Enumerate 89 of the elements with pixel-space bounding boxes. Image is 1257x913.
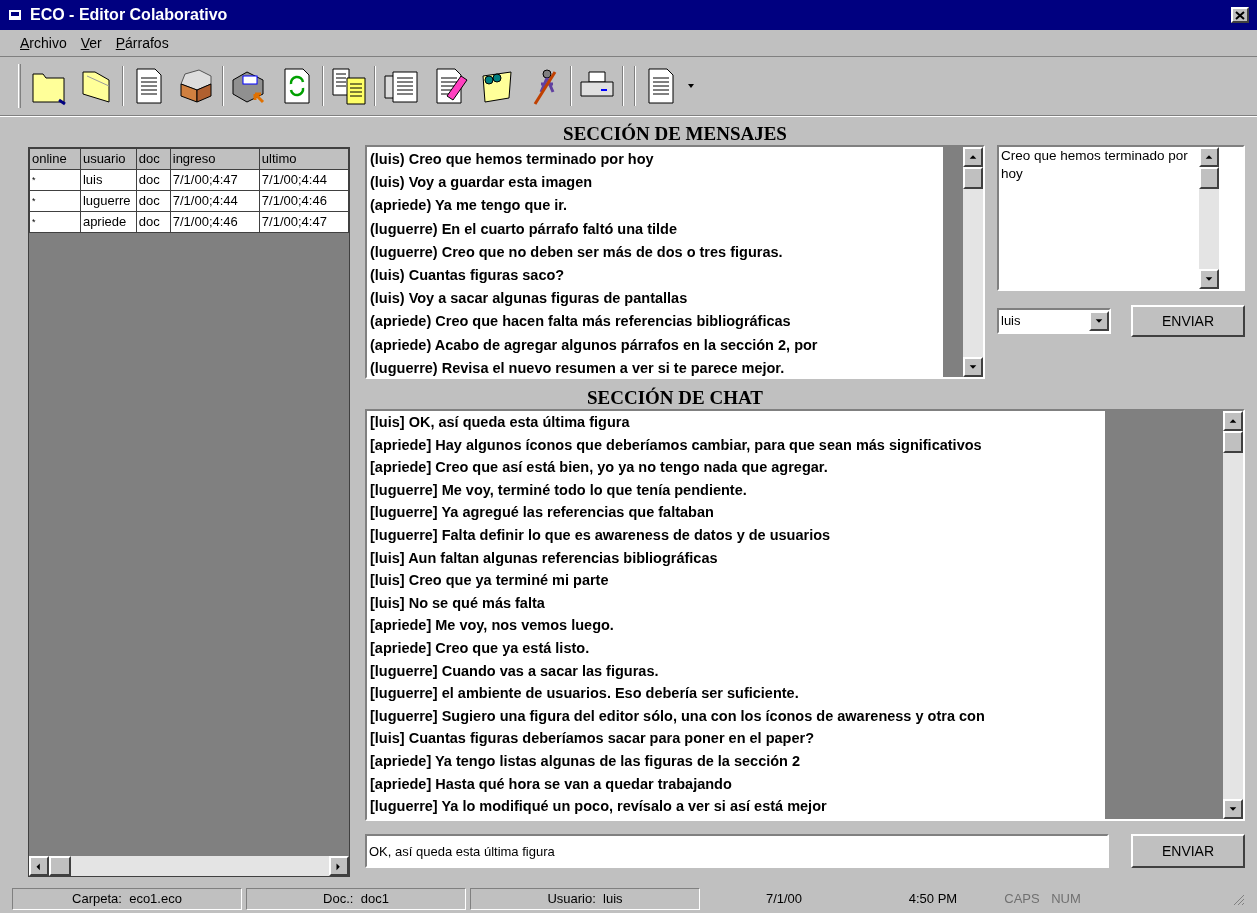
table-cell: doc (136, 211, 171, 233)
window-title: ECO - Editor Colaborativo (30, 5, 228, 25)
column-header[interactable]: ultimo (259, 148, 349, 170)
table-cell: doc (136, 169, 171, 191)
scroll-left-button[interactable] (29, 856, 49, 876)
message-line[interactable]: (luguerre) Creo que no deben ser más de dos o tres figuras. (370, 240, 943, 264)
message-line[interactable]: (luis) Creo que hemos terminado por hoy (370, 148, 943, 172)
resize-grip-icon[interactable] (1231, 892, 1245, 906)
table-cell: 7/1/00;4:44 (259, 169, 349, 191)
scroll-down-button[interactable] (963, 357, 983, 377)
chat-line: [luguerre] Ya lo modifiqué un poco, revísalo a ver si así está mejor (370, 797, 828, 817)
table-cell: luis (80, 169, 137, 191)
scroll-down-button[interactable] (1199, 269, 1219, 289)
menu-item[interactable]: Párrafos (115, 32, 169, 54)
column-header[interactable]: ingreso (170, 148, 260, 170)
section-heading: SECCIÓN DE CHAT (587, 387, 763, 409)
table-cell: * (29, 169, 81, 191)
dropdown-caret-icon[interactable] (687, 83, 695, 89)
chat-line: [apriede] Hasta qué hora se van a quedar trabajando (370, 774, 733, 794)
message-line[interactable]: (apriede) Ya me tengo que ir. (370, 194, 943, 218)
chat-line: [luguerre] el ambiente de usuarios. Eso debería ser suficiente. (370, 684, 800, 704)
scrollbar[interactable] (1199, 147, 1219, 289)
chat-input-field[interactable]: OK, así queda esta última figura (365, 834, 1109, 868)
column-header[interactable]: doc (136, 148, 171, 170)
chat-line: [luis] No se qué más falta (370, 593, 546, 613)
status-field: Doc.: doc1 (246, 888, 466, 910)
scroll-thumb[interactable] (49, 856, 71, 876)
chat-line: [apriede] Me voy, nos vemos luego. (370, 616, 615, 636)
chat-line: [apriede] Creo que ya está listo. (370, 638, 591, 658)
message-line[interactable]: (luguerre) Revisa el nuevo resumen a ver si te parece mejor. (370, 356, 943, 377)
chat-line: [luguerre] Sugiero una figura del editor sólo, una con los íconos de awareness y otra con (370, 706, 986, 726)
table-cell: doc (136, 190, 171, 212)
status-field: 7/1/00 (704, 888, 864, 910)
scroll-up-button[interactable] (1199, 147, 1219, 167)
chat-line: [luis] Creo que ya terminé mi parte (370, 571, 610, 591)
close-button[interactable] (1231, 7, 1249, 23)
scroll-thumb[interactable] (963, 167, 983, 189)
horizontal-scrollbar[interactable] (29, 856, 349, 876)
chat-line: [luis] Cuantas figuras deberíamos sacar para poner en el paper? (370, 729, 815, 749)
chat-line: [apriede] Ya tengo listas algunas de las figuras de la sección 2 (370, 751, 802, 771)
recipient-dropdown[interactable]: luis (997, 308, 1111, 334)
table-cell: apriede (80, 211, 137, 233)
status-field: NUM (1046, 888, 1086, 910)
message-line[interactable]: (apriede) Creo que hacen falta más referencias bibliográficas (370, 310, 943, 334)
chat-line: [luguerre] Falta definir lo que es awareness de datos y de usuarios (370, 525, 832, 545)
section-heading: SECCIÓN DE MENSAJES (563, 123, 787, 145)
send-button[interactable]: ENVIAR (1131, 305, 1245, 337)
scroll-up-button[interactable] (1223, 411, 1243, 431)
table-cell: luguerre (80, 190, 137, 212)
chat-line: [luguerre] Ya agregué las referencias que faltaban (370, 503, 715, 523)
table-cell: 7/1/00;4:44 (170, 190, 260, 212)
message-line[interactable]: (luis) Cuantas figuras saco? (370, 264, 943, 288)
scroll-right-button[interactable] (329, 856, 349, 876)
table-cell: * (29, 211, 81, 233)
scroll-down-button[interactable] (1223, 799, 1243, 819)
copy-documents-icon[interactable] (329, 66, 369, 106)
message-line[interactable]: (apriede) Acabo de agregar algunos párrafos en la sección 2, por (370, 333, 943, 357)
scrollbar[interactable] (1223, 411, 1243, 819)
scroll-up-button[interactable] (963, 147, 983, 167)
chat-line: [luis] Aun faltan algunas referencias bibliográficas (370, 548, 719, 568)
chat-line: [apriede] Hay algunos íconos que deberíamos cambiar, para que sean más significativos (370, 435, 983, 455)
status-field: 4:50 PM (868, 888, 998, 910)
table-cell: * (29, 190, 81, 212)
table-cell: 7/1/00;4:47 (170, 169, 260, 191)
table-cell: 7/1/00;4:46 (170, 211, 260, 233)
chat-line: [luis] OK, así queda esta última figura (370, 413, 631, 432)
message-line[interactable]: (luis) Voy a guardar esta imagen (370, 171, 943, 195)
status-field: Usuario: luis (470, 888, 700, 910)
message-line[interactable]: (luis) Voy a sacar algunas figuras de pantallas (370, 287, 943, 311)
scrollbar[interactable] (963, 147, 983, 377)
chat-line: [luguerre] Me voy, terminé todo lo que tenía pendiente. (370, 480, 748, 500)
menu-item[interactable]: Archivo (20, 32, 67, 54)
chat-line: [luguerre] Cuando vas a sacar las figuras. (370, 661, 660, 681)
chat-line: [apriede] Creo que así está bien, yo ya no tengo nada que agregar. (370, 458, 829, 478)
table-cell: 7/1/00;4:46 (259, 190, 349, 212)
status-field: CAPS (1002, 888, 1042, 910)
message-compose-field[interactable]: Creo que hemos terminado por hoy (997, 145, 1245, 291)
menu-item[interactable]: Ver (80, 32, 102, 54)
dropdown-button[interactable] (1089, 311, 1109, 331)
column-header[interactable]: online (29, 148, 81, 170)
close-icon (1235, 10, 1245, 20)
message-line[interactable]: (luguerre) En el cuarto párrafo faltó una tilde (370, 217, 943, 241)
app-icon (8, 8, 24, 22)
scroll-thumb[interactable] (1199, 167, 1219, 189)
table-cell: 7/1/00;4:47 (259, 211, 349, 233)
send-button[interactable]: ENVIAR (1131, 834, 1245, 868)
scroll-thumb[interactable] (1223, 431, 1243, 453)
column-header[interactable]: usuario (80, 148, 137, 170)
status-field: Carpeta: eco1.eco (12, 888, 242, 910)
